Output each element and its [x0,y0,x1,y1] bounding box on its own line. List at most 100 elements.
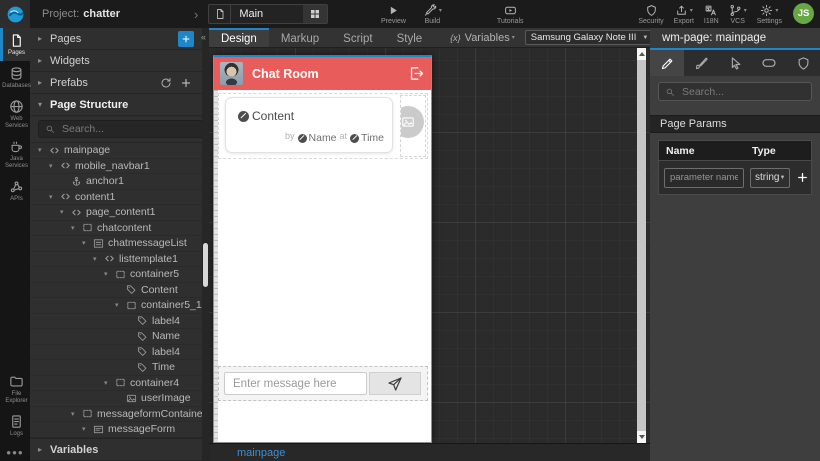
rail-item-databases[interactable]: Databases [0,61,30,94]
avatar-image[interactable] [220,62,243,85]
user-image-container[interactable] [400,95,426,157]
anchor-icon [71,176,82,187]
tree-item-content1[interactable]: ▾content1 [30,190,202,206]
more-dots-icon[interactable]: ●●● [0,448,30,457]
structure-search-input[interactable] [60,122,199,136]
caret-down-icon[interactable]: ▾ [71,410,82,418]
rail-item-file-explorer[interactable]: File Explorer [0,369,30,409]
export-button[interactable]: ▾ Export [674,0,694,25]
message-card[interactable]: Content by Name at Time [225,97,393,153]
tab-device[interactable] [752,50,786,76]
tree-item-anchor1[interactable]: anchor1 [30,174,202,190]
tree-item-container5_1[interactable]: ▾container5_1 [30,298,202,314]
security-button[interactable]: Security [638,0,663,25]
message-content-row[interactable]: Content [235,109,294,123]
caret-down-icon[interactable]: ▾ [104,270,115,278]
user-avatar[interactable]: JS [793,3,814,24]
tab-script[interactable]: Script [331,28,384,47]
tab-design[interactable]: Design [209,28,269,47]
message-form[interactable] [218,366,428,401]
caret-down-icon[interactable]: ▾ [104,379,115,387]
explorer-scrollbar[interactable] [202,28,209,461]
section-pages[interactable]: ▸ Pages [30,28,202,50]
tree-item-messageformContainer[interactable]: ▾messageformContainer [30,407,202,423]
variables-menu[interactable]: {x} Variables ▾ [450,28,515,47]
refresh-icon[interactable] [158,75,174,91]
caret-down-icon[interactable]: ▾ [115,301,126,309]
caret-down-icon[interactable]: ▾ [60,208,71,216]
message-input[interactable] [224,372,367,395]
caret-down-icon[interactable]: ▾ [49,193,60,201]
vcs-button[interactable]: ▾ VCS [729,0,747,25]
user-image-placeholder[interactable] [400,106,424,138]
collapse-left-panel-icon[interactable]: « [201,32,206,42]
page-selector[interactable]: Main [208,4,328,24]
tree-item-mobile_navbar1[interactable]: ▾mobile_navbar1 [30,159,202,175]
send-button[interactable] [369,372,421,395]
caret-down-icon[interactable]: ▾ [93,255,104,263]
tree-item-container4[interactable]: ▾container4 [30,376,202,392]
tree-item-page_content1[interactable]: ▾page_content1 [30,205,202,221]
message-meta-row[interactable]: by Name at Time [282,131,384,145]
tab-markup[interactable]: Markup [269,28,331,47]
rail-item-apis[interactable]: APIs [0,174,30,207]
tree-item-Time[interactable]: Time [30,360,202,376]
i18n-button[interactable]: I18N [704,0,719,25]
tree-item-container5[interactable]: ▾container5 [30,267,202,283]
tree-item-Content[interactable]: Content [30,283,202,299]
tab-properties[interactable] [650,50,684,76]
canvas-scrollbar[interactable] [637,48,646,443]
scroll-up-button[interactable] [637,48,646,60]
tab-security[interactable] [786,50,820,76]
app-logo[interactable] [0,0,30,28]
caret-down-icon[interactable]: ▾ [71,224,82,232]
add-param-button[interactable] [796,171,809,184]
tree-item-chatcontent[interactable]: ▾chatcontent [30,221,202,237]
caret-down-icon[interactable]: ▾ [82,239,93,247]
section-prefabs[interactable]: ▸ Prefabs [30,72,202,94]
tree-item-messageForm[interactable]: ▾messageForm [30,422,202,438]
tree-item-userImage[interactable]: userImage [30,391,202,407]
tab-events[interactable] [718,50,752,76]
tab-styles[interactable] [684,50,718,76]
scrollbar-thumb[interactable] [203,243,208,287]
tree-item-Name[interactable]: Name [30,329,202,345]
caret-down-icon: ▾ [512,34,515,41]
inspector-search-input[interactable] [680,85,805,99]
rail-item-logs[interactable]: Logs [0,409,30,442]
cursor-icon [728,56,743,71]
open-page-tab-mainpage[interactable]: mainpage [237,447,285,459]
device-select[interactable]: Samsung Galaxy Note III ▼ [525,30,655,45]
param-type-select[interactable]: string ▼ [750,168,790,188]
tag-icon [126,284,137,295]
add-prefab-button[interactable] [178,75,194,91]
section-variables[interactable]: ▸ Variables [30,438,202,461]
chat-message-list[interactable]: Content by Name at Time [218,93,428,159]
tree-item-mainpage[interactable]: ▾mainpage [30,143,202,159]
tab-style[interactable]: Style [385,28,435,47]
section-page-structure[interactable]: ▾ Page Structure [30,94,202,116]
tutorials-button[interactable]: Tutorials [497,0,524,25]
phone-mockup[interactable]: Chat Room Content by Name [213,55,432,443]
logout-icon[interactable] [408,65,425,82]
chat-header[interactable]: Chat Room [214,57,431,90]
tree-item-label4[interactable]: label4 [30,314,202,330]
canvas-grid-area[interactable]: Chat Room Content by Name [209,48,650,443]
tree-item-chatmessageList[interactable]: ▾chatmessageList [30,236,202,252]
preview-button[interactable]: Preview [381,0,406,25]
param-name-input[interactable] [664,168,744,188]
grid-icon[interactable] [303,5,327,23]
add-page-button[interactable] [178,31,194,47]
rail-item-java-services[interactable]: Java Services [0,134,30,174]
settings-button[interactable]: ▾ Settings [757,0,782,25]
caret-down-icon[interactable]: ▾ [82,425,93,433]
caret-down-icon[interactable]: ▾ [38,146,49,154]
rail-item-web-services[interactable]: Web Services [0,94,30,134]
rail-item-pages[interactable]: Pages [0,28,30,61]
caret-down-icon[interactable]: ▾ [49,162,60,170]
tree-item-label4[interactable]: label4 [30,345,202,361]
build-button[interactable]: ▾ Build [423,0,442,25]
section-widgets[interactable]: ▸ Widgets [30,50,202,72]
tree-item-listtemplate1[interactable]: ▾listtemplate1 [30,252,202,268]
scroll-down-button[interactable] [637,431,646,443]
